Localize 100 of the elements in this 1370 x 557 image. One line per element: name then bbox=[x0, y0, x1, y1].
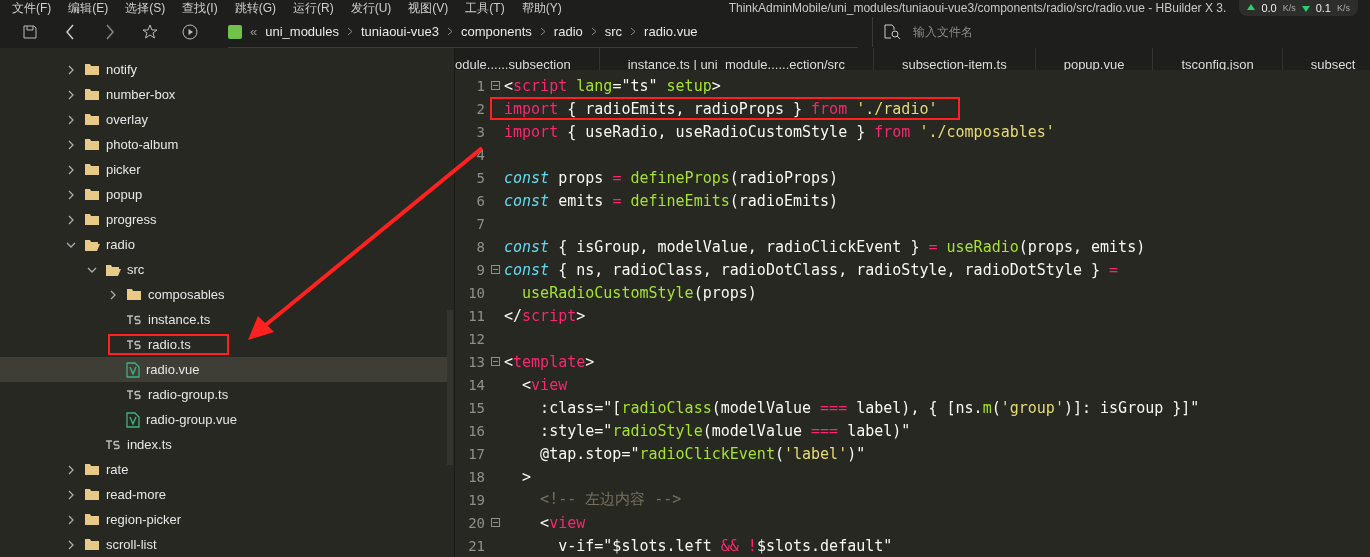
tree-item[interactable]: overlay bbox=[0, 107, 447, 132]
folder-icon bbox=[84, 463, 100, 476]
ts-file-icon bbox=[126, 314, 142, 325]
speed-unit: K/s bbox=[1337, 3, 1350, 13]
chevron-right-icon[interactable] bbox=[66, 464, 76, 475]
chevron-right-icon[interactable] bbox=[66, 539, 76, 550]
code-line: :style="radioStyle(modelValue === label)" bbox=[539, 421, 911, 440]
menu-item[interactable]: 文件(F) bbox=[12, 1, 52, 15]
line-number: 4 bbox=[475, 146, 485, 163]
menu-item[interactable]: 编辑(E) bbox=[68, 1, 109, 15]
line-number: 15 bbox=[467, 399, 485, 416]
line-number: 14 bbox=[467, 376, 485, 393]
chevron-right-icon[interactable] bbox=[108, 289, 118, 300]
folder-icon bbox=[84, 513, 100, 526]
chevron-right-icon[interactable] bbox=[66, 89, 76, 100]
line-number: 9 bbox=[475, 261, 485, 278]
editor-tab[interactable]: subsection-item.ts bbox=[873, 48, 1036, 70]
folder-icon bbox=[84, 188, 100, 201]
vue-file-icon bbox=[126, 361, 140, 378]
play-circle-icon bbox=[182, 24, 198, 40]
open-folder-icon bbox=[84, 237, 100, 252]
tree-item[interactable]: index.ts bbox=[0, 432, 447, 457]
fold-icon[interactable] bbox=[491, 81, 500, 90]
speed-unit: K/s bbox=[1282, 3, 1296, 13]
line-number: 10 bbox=[467, 284, 485, 301]
breadcrumb-item[interactable]: radio.vue bbox=[644, 24, 698, 39]
code-line: <script lang="ts" setup> bbox=[504, 76, 721, 95]
menu-item[interactable]: 工具(T) bbox=[465, 1, 505, 15]
editor-tab[interactable]: odule......subsection bbox=[455, 48, 600, 70]
line-number: 20 bbox=[467, 514, 485, 531]
editor-tab[interactable]: subsect bbox=[1282, 48, 1370, 70]
line-number: 18 bbox=[467, 468, 485, 485]
chevron-right-icon bbox=[539, 27, 546, 36]
tree-item[interactable]: src bbox=[0, 257, 447, 282]
breadcrumb-item[interactable]: uni_modules bbox=[265, 24, 339, 39]
chevron-left-icon bbox=[65, 24, 75, 40]
tree-item[interactable]: popup bbox=[0, 182, 447, 207]
menu-item[interactable]: 运行(R) bbox=[293, 1, 334, 15]
tree-item[interactable]: number-box bbox=[0, 82, 447, 107]
code-line: v-if="$slots.left && !$slots.default" bbox=[557, 536, 893, 555]
menu-item[interactable]: 查找(I) bbox=[182, 1, 218, 15]
tree-item[interactable]: photo-album bbox=[0, 132, 447, 157]
chevron-right-icon[interactable] bbox=[66, 189, 76, 200]
code-line: const props = defineProps(radioProps) bbox=[504, 168, 839, 187]
tree-item[interactable]: scroll-list bbox=[0, 532, 447, 557]
code-line: </script> bbox=[504, 306, 586, 325]
file-search-field[interactable]: 输入文件名 bbox=[911, 24, 1075, 40]
menu-item[interactable]: 视图(V) bbox=[408, 1, 449, 15]
breadcrumb-item[interactable]: components bbox=[461, 24, 532, 39]
code-line: import { useRadio, useRadioCustomStyle } from './composables' bbox=[504, 122, 1055, 141]
tree-item[interactable]: read-more bbox=[0, 482, 447, 507]
run-button[interactable] bbox=[180, 22, 200, 42]
favorite-button[interactable] bbox=[140, 22, 160, 42]
chevron-right-icon[interactable] bbox=[66, 114, 76, 125]
line-number: 6 bbox=[475, 192, 485, 209]
line-number: 11 bbox=[467, 307, 485, 324]
menu-item[interactable]: 发行(U) bbox=[350, 1, 392, 15]
search-icon bbox=[883, 24, 901, 40]
menu-item[interactable]: 跳转(G) bbox=[234, 1, 276, 15]
tree-item[interactable]: radio.ts bbox=[0, 332, 447, 357]
save-button[interactable] bbox=[20, 22, 40, 42]
fold-icon[interactable] bbox=[491, 265, 500, 274]
breadcrumb-item[interactable]: tuniaoui-vue3 bbox=[360, 24, 439, 39]
chevron-right-icon[interactable] bbox=[66, 489, 76, 500]
chevron-right-icon[interactable] bbox=[66, 514, 76, 525]
download-arrow-icon bbox=[1301, 4, 1310, 12]
menu-item[interactable]: 帮助(Y) bbox=[521, 1, 562, 15]
folder-icon bbox=[84, 488, 100, 501]
tree-item[interactable]: progress bbox=[0, 207, 447, 232]
line-number: 7 bbox=[475, 215, 485, 232]
tree-item[interactable]: radio bbox=[0, 232, 447, 257]
scrollbar[interactable] bbox=[447, 310, 453, 465]
tree-item[interactable]: rate bbox=[0, 457, 447, 482]
code-line: <!-- 左边内容 --> bbox=[539, 490, 682, 509]
window-title: ThinkAdminMobile/uni_modules/tuniaoui-vue3/components/radio/src/radio.vue - HBuilder X 3. bbox=[728, 1, 1227, 15]
folder-icon bbox=[84, 113, 100, 126]
chevron-right-icon[interactable] bbox=[66, 164, 76, 175]
menu-item[interactable]: 选择(S) bbox=[125, 1, 166, 15]
code-line: <template> bbox=[504, 352, 595, 371]
tree-item[interactable]: instance.ts bbox=[0, 307, 447, 332]
breadcrumb-overflow[interactable]: « bbox=[250, 24, 258, 39]
tree-item[interactable]: notify bbox=[0, 57, 447, 82]
breadcrumb-item[interactable]: radio bbox=[553, 24, 583, 39]
fold-icon[interactable] bbox=[491, 357, 500, 366]
code-line: const { isGroup, modelValue, radioClickEvent } = useRadio(props, emits) bbox=[504, 237, 1146, 256]
tree-item[interactable]: composables bbox=[0, 282, 447, 307]
chevron-right-icon[interactable] bbox=[66, 139, 76, 150]
chevron-right-icon[interactable] bbox=[66, 64, 76, 75]
chevron-right-icon[interactable] bbox=[66, 214, 76, 225]
tree-item[interactable]: picker bbox=[0, 157, 447, 182]
tree-item[interactable]: radio.vue bbox=[0, 357, 447, 382]
breadcrumb-item[interactable]: src bbox=[604, 24, 623, 39]
tree-item[interactable]: radio-group.ts bbox=[0, 382, 447, 407]
fold-icon[interactable] bbox=[491, 518, 500, 527]
chevron-right-icon bbox=[105, 24, 115, 40]
code-line: import { radioEmits, radioProps } from './radio' bbox=[504, 99, 938, 118]
tree-item[interactable]: radio-group.vue bbox=[0, 407, 447, 432]
code-line: @tap.stop="radioClickEvent('label')" bbox=[539, 444, 866, 463]
line-number: 17 bbox=[467, 445, 485, 462]
tree-item[interactable]: region-picker bbox=[0, 507, 447, 532]
